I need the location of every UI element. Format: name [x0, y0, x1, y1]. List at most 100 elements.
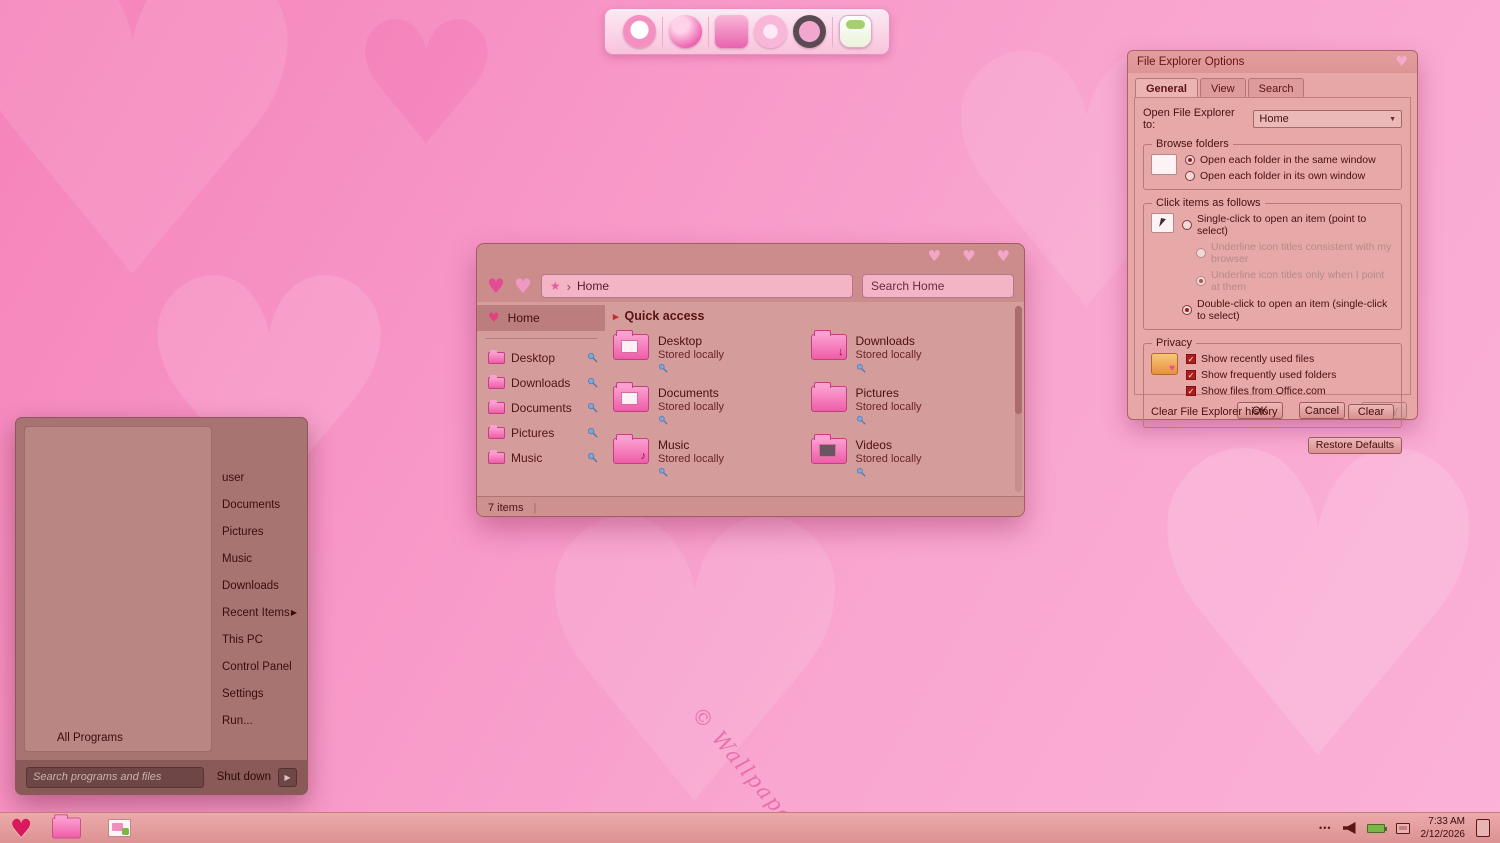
checkbox-recent-files[interactable]: ✓ Show recently used files — [1186, 353, 1394, 365]
globe-icon[interactable] — [668, 15, 702, 48]
sidebar-item-documents[interactable]: Documents — [477, 395, 605, 420]
browse-folders-group: Browse folders Open each folder in the s… — [1143, 138, 1402, 191]
explorer-titlebar[interactable]: ♥ ♥ ♥ — [477, 244, 1024, 270]
quick-access-item-downloads[interactable]: ↓ Downloads Stored locally — [810, 330, 1009, 381]
pictures-folder-icon — [810, 382, 847, 412]
notification-center-icon[interactable] — [1476, 819, 1490, 837]
taskbar-picture-icon[interactable] — [108, 819, 132, 837]
sidebar-item-home[interactable]: ♥ Home — [477, 305, 605, 331]
radio-icon[interactable] — [1185, 155, 1195, 166]
section-chevron-icon: ▸ — [613, 310, 619, 323]
radio-single-click[interactable]: Single-click to open an item (point to s… — [1182, 213, 1394, 237]
item-name: Desktop — [658, 334, 703, 348]
start-item-recent-items[interactable]: Recent Items ▶ — [218, 599, 301, 626]
search-input[interactable] — [862, 274, 1014, 298]
checkbox-office-files[interactable]: ✓ Show files from Office.com — [1186, 385, 1394, 397]
quick-access-item-music[interactable]: ♪ Music Stored locally — [613, 434, 811, 485]
radio-same-window[interactable]: Open each folder in the same window — [1185, 154, 1394, 166]
start-item-label: Recent Items — [222, 606, 290, 619]
radio-underline-consistent: Underline icon titles consistent with my… — [1182, 241, 1394, 265]
minimize-button[interactable]: ♥ — [928, 249, 941, 264]
item-name: Pictures — [855, 386, 899, 400]
quick-access-item-desktop[interactable]: Desktop Stored locally — [613, 330, 811, 381]
quick-access-item-pictures[interactable]: Pictures Stored locally — [810, 382, 1009, 433]
radio-icon[interactable] — [1182, 304, 1192, 315]
taskbar: ♥ ••• 7:33 AM 2/12/2026 — [0, 812, 1500, 843]
start-item-settings[interactable]: Settings — [218, 680, 301, 707]
address-bar[interactable]: ★ › Home — [540, 274, 853, 298]
quick-access-item-videos[interactable]: Videos Stored locally — [810, 434, 1009, 485]
checkbox-icon[interactable]: ✓ — [1186, 385, 1196, 396]
all-programs-button[interactable]: All Programs — [57, 732, 123, 744]
desktop: ♥ ♥ ♥ ♥ ♥ ♥ © WallpapersWide.com ♥ ♥ ♥ ♥… — [0, 0, 1500, 843]
battery-icon[interactable] — [1366, 823, 1387, 833]
tab-view[interactable]: View — [1199, 78, 1246, 97]
start-item-control-panel[interactable]: Control Panel — [218, 653, 301, 680]
open-to-dropdown[interactable]: Home ▼ — [1253, 110, 1402, 128]
taskbar-folder-icon[interactable] — [52, 814, 82, 839]
vertical-scrollbar[interactable] — [1015, 306, 1022, 492]
cabinet-icon[interactable] — [714, 15, 748, 48]
shutdown-label: Shut down — [216, 771, 271, 783]
folder-icon — [488, 399, 505, 414]
close-icon[interactable]: ♥ — [1395, 55, 1408, 69]
tab-page-general: Open File Explorer to: Home ▼ Browse fol… — [1134, 97, 1411, 454]
back-button[interactable]: ♥ — [487, 276, 505, 296]
item-status: Stored locally — [658, 349, 725, 361]
start-item-documents[interactable]: Documents — [218, 491, 301, 518]
start-item-music[interactable]: Music — [218, 545, 301, 572]
checkbox-icon[interactable]: ✓ — [1186, 353, 1196, 364]
scrollbar-thumb[interactable] — [1015, 306, 1022, 414]
sidebar-item-desktop[interactable]: Desktop — [477, 345, 605, 370]
pin-icon — [658, 415, 668, 425]
clear-button[interactable]: Clear — [1348, 403, 1394, 420]
taskbar-clock[interactable]: 7:33 AM 2/12/2026 — [1421, 815, 1466, 841]
dialog-tabs: General View Search — [1128, 73, 1417, 97]
pin-icon — [588, 353, 598, 363]
flower-icon[interactable] — [753, 15, 787, 48]
pin-icon — [588, 378, 598, 388]
start-item-run[interactable]: Run... — [218, 707, 301, 734]
volume-icon[interactable] — [1342, 822, 1356, 834]
privacy-graphic-icon — [1151, 352, 1178, 375]
start-item-user[interactable]: user — [218, 464, 301, 491]
sidebar-item-music[interactable]: Music — [477, 445, 605, 470]
start-search-input[interactable] — [26, 766, 204, 788]
forward-button[interactable]: ♥ — [514, 276, 532, 296]
close-button[interactable]: ♥ — [997, 249, 1010, 264]
radio-double-click[interactable]: Double-click to open an item (single-cli… — [1182, 298, 1394, 322]
tray-overflow-icon[interactable]: ••• — [1319, 823, 1331, 833]
gear-icon[interactable] — [792, 15, 826, 48]
dialog-titlebar[interactable]: File Explorer Options ♥ — [1128, 51, 1417, 73]
start-item-downloads[interactable]: Downloads — [218, 572, 301, 599]
start-button[interactable]: ♥ — [10, 816, 32, 841]
sidebar-item-downloads[interactable]: Downloads — [477, 370, 605, 395]
dropdown-value: Home — [1259, 113, 1289, 125]
radio-icon[interactable] — [1182, 220, 1192, 231]
sidebar-item-pictures[interactable]: Pictures — [477, 420, 605, 445]
chevron-down-icon: ▼ — [1389, 115, 1396, 123]
tab-general[interactable]: General — [1135, 78, 1198, 97]
sidebar-item-label: Documents — [511, 400, 572, 415]
start-item-this-pc[interactable]: This PC — [218, 626, 301, 653]
radio-own-window[interactable]: Open each folder in its own window — [1185, 170, 1394, 182]
group-title: Privacy — [1152, 336, 1197, 349]
maximize-button[interactable]: ♥ — [962, 249, 975, 264]
restore-defaults-button[interactable]: Restore Defaults — [1307, 436, 1402, 454]
item-name: Music — [658, 438, 690, 452]
shutdown-options-arrow[interactable]: ▶ — [278, 767, 297, 787]
dock-divider — [831, 16, 833, 47]
radio-icon[interactable] — [1185, 171, 1195, 182]
cup-icon[interactable] — [838, 15, 872, 48]
quick-access-item-documents[interactable]: Documents Stored locally — [613, 382, 811, 433]
checkbox-icon[interactable]: ✓ — [1186, 369, 1196, 380]
mirror-icon[interactable] — [622, 15, 656, 48]
network-icon[interactable] — [1395, 822, 1410, 834]
start-item-pictures[interactable]: Pictures — [218, 518, 301, 545]
quick-access-header[interactable]: ▸ Quick access — [613, 309, 1008, 323]
checkbox-frequent-folders[interactable]: ✓ Show frequently used folders — [1186, 369, 1394, 381]
start-menu-places: user Documents Pictures Music Downloads … — [218, 464, 301, 734]
shutdown-button[interactable]: Shut down ▶ — [216, 767, 297, 787]
tab-search[interactable]: Search — [1247, 78, 1305, 97]
open-to-label: Open File Explorer to: — [1143, 107, 1235, 131]
